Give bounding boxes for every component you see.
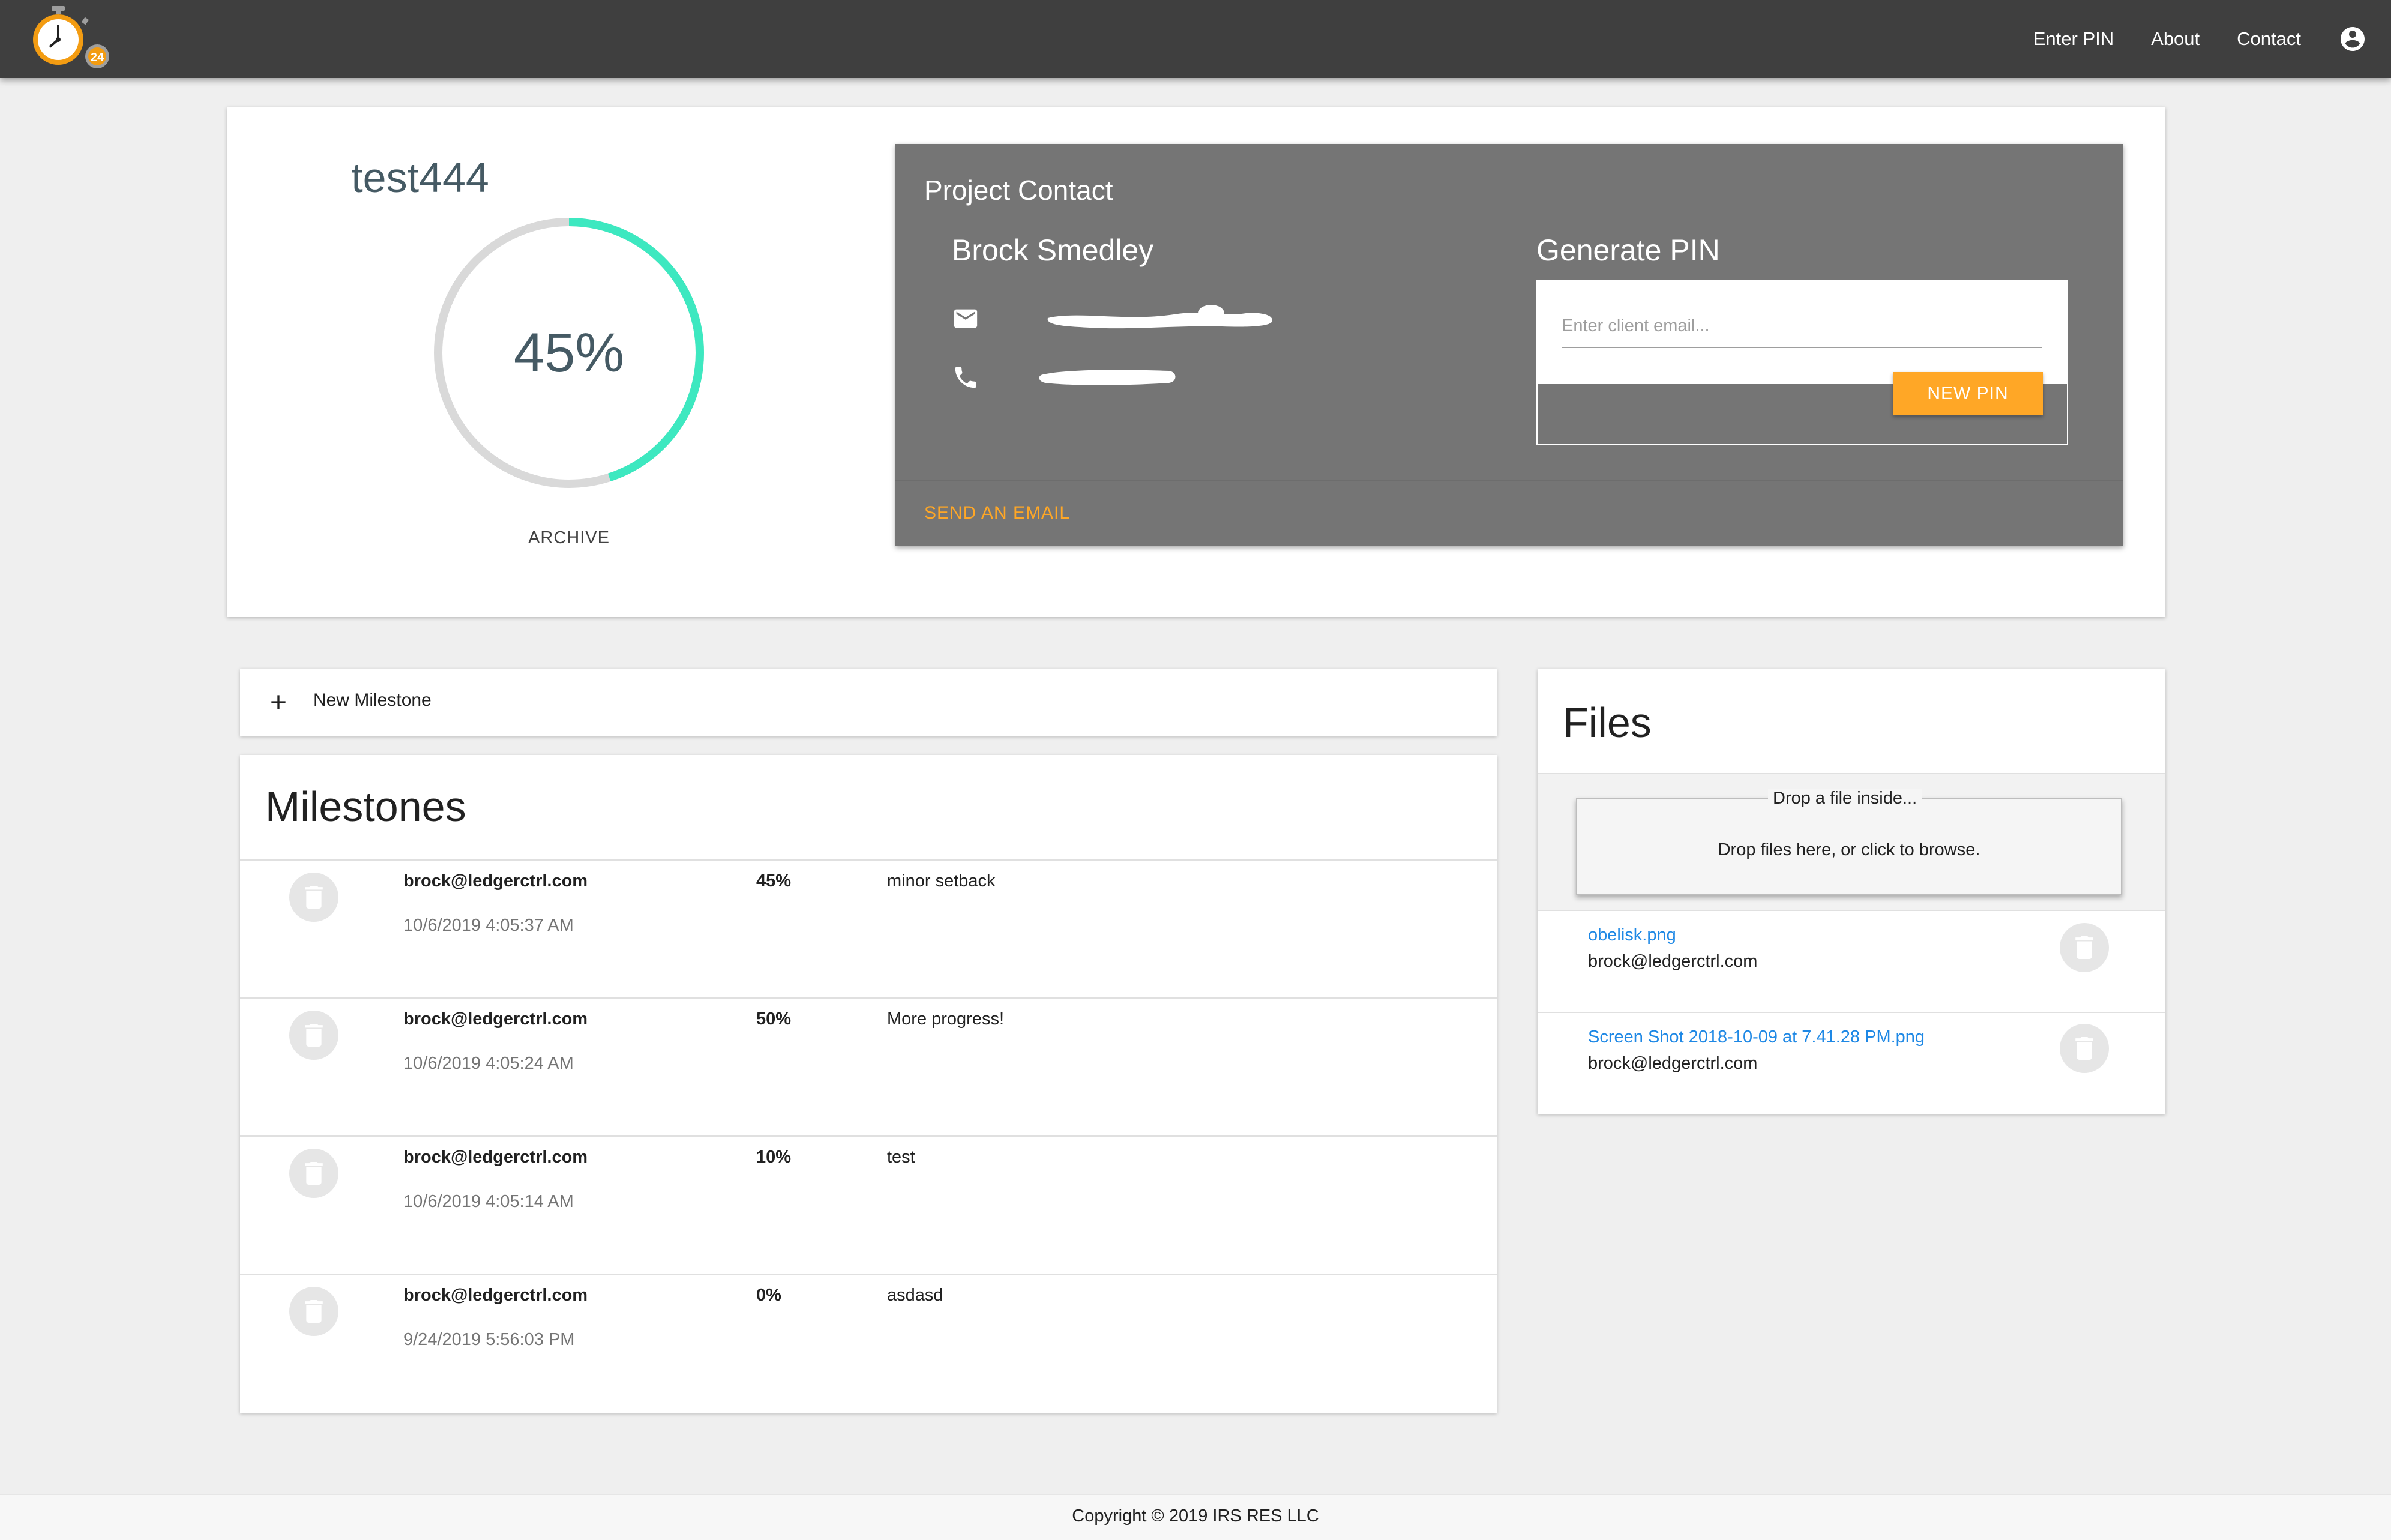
milestone-date: 10/6/2019 4:05:14 AM [403, 1192, 574, 1211]
contact-name: Brock Smedley [952, 233, 1154, 267]
milestone-author: brock@ledgerctrl.com [403, 1147, 588, 1167]
milestone-percent: 50% [756, 1009, 792, 1029]
account-circle-icon[interactable] [2338, 25, 2367, 53]
nav-about[interactable]: About [2151, 28, 2200, 50]
delete-milestone-button[interactable] [289, 1287, 338, 1336]
delete-file-button[interactable] [2060, 1024, 2109, 1073]
file-link[interactable]: obelisk.png [1588, 925, 1676, 945]
project-title: test444 [351, 154, 489, 201]
redacted-email [1047, 305, 1272, 329]
milestone-date: 10/6/2019 4:05:37 AM [403, 916, 574, 935]
milestone-note: test [887, 1147, 915, 1167]
milestone-row: brock@ledgerctrl.com 10/6/2019 4:05:37 A… [240, 861, 1497, 999]
plus-icon[interactable] [266, 690, 290, 714]
files-divider [1538, 1012, 2165, 1013]
milestone-row: brock@ledgerctrl.com 9/24/2019 5:56:03 P… [240, 1275, 1497, 1413]
new-pin-button[interactable]: NEW PIN [1893, 372, 2043, 415]
milestone-percent: 45% [756, 871, 792, 891]
redacted-phone [1039, 370, 1176, 385]
files-title: Files [1563, 699, 1652, 746]
client-email-input[interactable] [1562, 305, 2042, 348]
file-link[interactable]: Screen Shot 2018-10-09 at 7.41.28 PM.png [1588, 1027, 1925, 1047]
milestone-row: brock@ledgerctrl.com 10/6/2019 4:05:14 A… [240, 1137, 1497, 1275]
file-owner: brock@ledgerctrl.com [1588, 952, 1758, 971]
trash-icon [305, 1300, 323, 1323]
archive-button[interactable]: ARCHIVE [480, 528, 658, 548]
milestone-note: More progress! [887, 1009, 1005, 1029]
milestone-date: 9/24/2019 5:56:03 PM [403, 1330, 575, 1349]
trash-icon [2075, 936, 2093, 959]
trash-icon [305, 1162, 323, 1185]
mail-icon [954, 309, 978, 328]
milestone-percent: 0% [756, 1286, 781, 1305]
contact-panel-divider [895, 480, 2123, 481]
dropzone-hint[interactable]: Drop files here, or click to browse. [1576, 840, 2122, 860]
logo-badge: 24 [91, 51, 104, 64]
nav-contact[interactable]: Contact [2237, 28, 2301, 50]
top-nav: Enter PIN About Contact [1996, 0, 2367, 78]
milestone-note: minor setback [887, 871, 996, 891]
delete-file-button[interactable] [2060, 923, 2109, 972]
send-email-button[interactable]: SEND AN EMAIL [924, 503, 1070, 523]
trash-icon [305, 1024, 323, 1047]
milestones-title: Milestones [265, 783, 466, 830]
delete-milestone-button[interactable] [289, 1149, 338, 1198]
phone-icon [955, 367, 976, 388]
files-divider [1538, 910, 2165, 911]
footer-copyright: Copyright © 2019 IRS RES LLC [1072, 1506, 1319, 1526]
trash-icon [305, 886, 323, 909]
stopwatch-logo-icon[interactable]: 24 [30, 5, 114, 71]
project-contact-title: Project Contact [924, 175, 1113, 206]
dropzone-legend: Drop a file inside... [1768, 789, 1922, 808]
delete-milestone-button[interactable] [289, 1011, 338, 1060]
milestone-note: asdasd [887, 1286, 943, 1305]
milestone-author: brock@ledgerctrl.com [403, 1009, 588, 1029]
trash-icon [2075, 1037, 2093, 1060]
milestone-author: brock@ledgerctrl.com [403, 1286, 588, 1305]
generate-pin-title: Generate PIN [1536, 233, 1720, 267]
new-milestone-label[interactable]: New Milestone [313, 690, 432, 711]
nav-enter-pin[interactable]: Enter PIN [2033, 28, 2114, 50]
top-app-bar: 24 Enter PIN About Contact [0, 0, 2391, 78]
progress-percent: 45% [513, 322, 625, 383]
milestone-date: 10/6/2019 4:05:24 AM [403, 1054, 574, 1073]
milestone-author: brock@ledgerctrl.com [403, 871, 588, 891]
milestone-row: brock@ledgerctrl.com 10/6/2019 4:05:24 A… [240, 999, 1497, 1137]
delete-milestone-button[interactable] [289, 873, 338, 922]
milestone-percent: 10% [756, 1147, 792, 1167]
file-owner: brock@ledgerctrl.com [1588, 1054, 1758, 1073]
